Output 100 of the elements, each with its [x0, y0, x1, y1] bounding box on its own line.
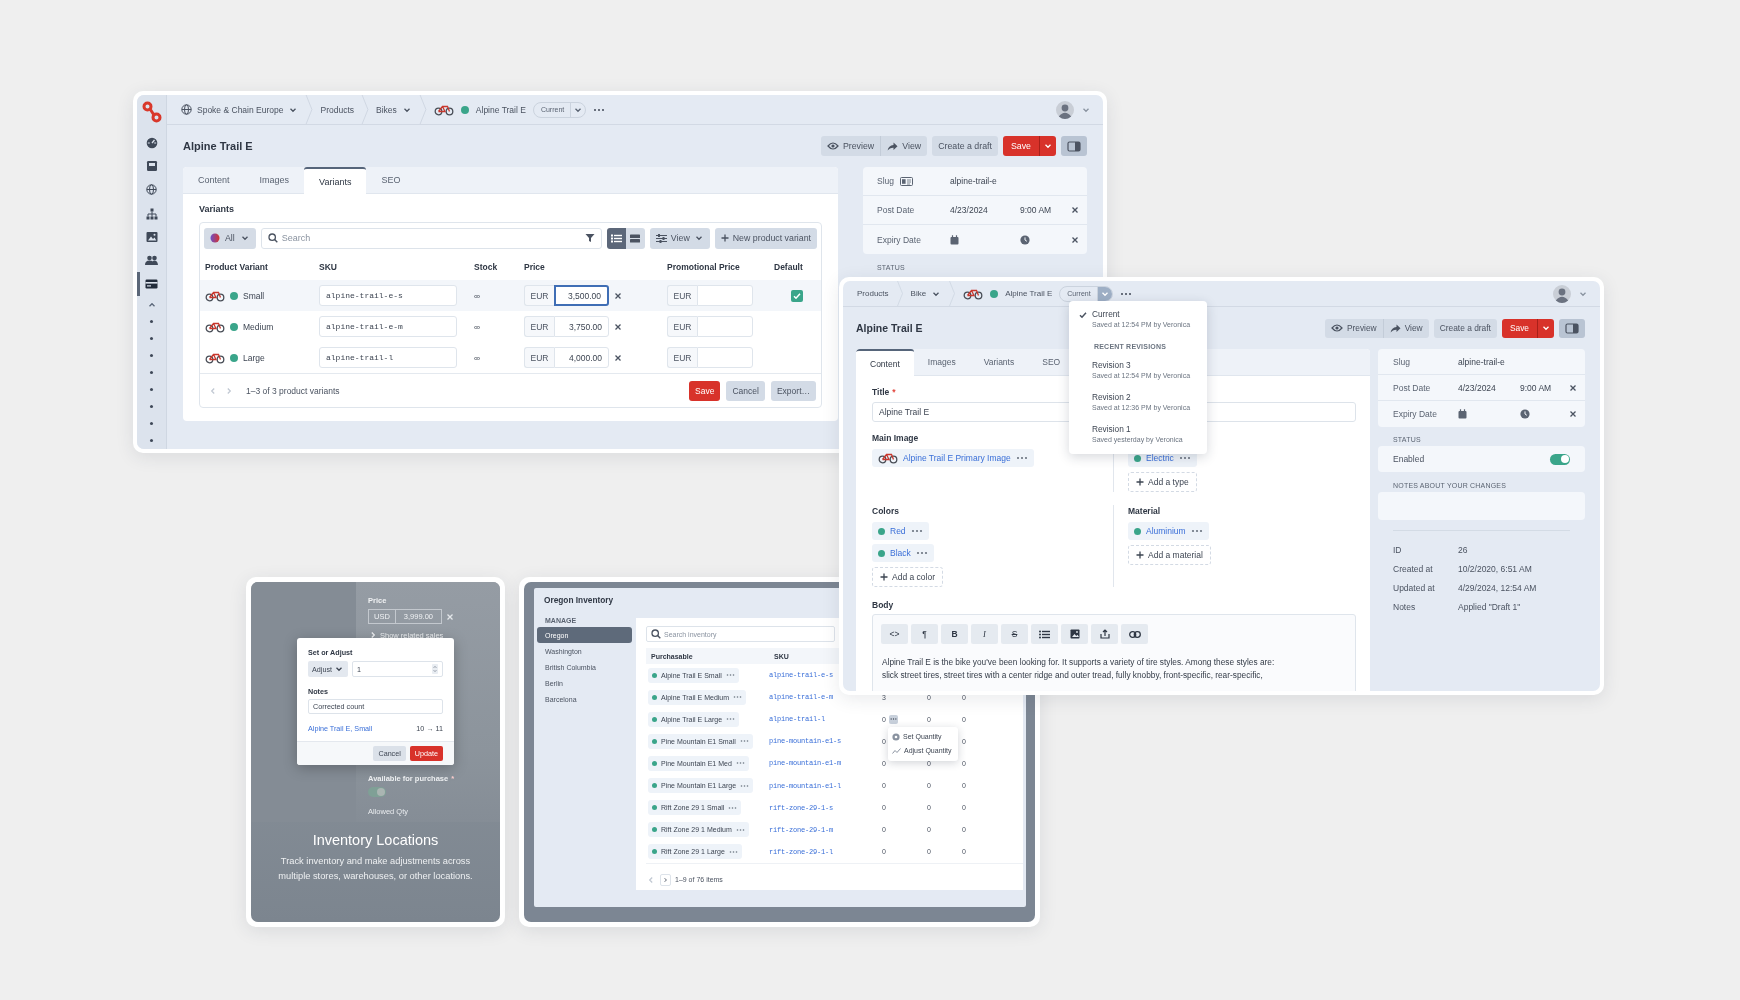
secondary-button[interactable]: Export… — [770, 380, 816, 401]
tab[interactable]: Images — [244, 167, 305, 193]
clock-icon[interactable] — [1520, 409, 1530, 419]
body-text: Alpine Trail E is the bike you've been looking for. It supports a variety of tire styles. Among these styles are: slick street tires, street tires with a center ridge and outer tread, fully knobby, front-specific, rear-specific, — [882, 656, 1276, 682]
bullet-icon[interactable] — [149, 421, 154, 427]
color-tag[interactable]: Red — [872, 522, 929, 540]
image-chip[interactable]: Alpine Trail E Primary Image — [872, 449, 1034, 467]
price-field[interactable]: 3,750.00 — [554, 316, 609, 337]
price-field[interactable] — [697, 316, 753, 337]
save-button[interactable]: Save — [689, 380, 721, 401]
avatar-icon[interactable] — [1553, 284, 1571, 303]
bullet-icon[interactable] — [149, 404, 154, 410]
calendar-icon[interactable] — [950, 234, 959, 245]
section-title: Variants — [199, 204, 235, 214]
view-menu-button[interactable]: View — [649, 227, 710, 249]
sidebar-panel-icon — [1565, 322, 1579, 334]
more-icon[interactable] — [1119, 291, 1132, 296]
toolbar-button[interactable]: B — [941, 624, 968, 644]
create-draft-button[interactable]: Create a draft — [1433, 318, 1497, 338]
column-header: SKU — [319, 261, 338, 272]
clear-icon[interactable] — [1569, 383, 1577, 392]
more-icon — [739, 739, 749, 744]
add-button[interactable]: Add a color — [872, 567, 943, 587]
save-options-button[interactable] — [1538, 318, 1554, 338]
filter-icon[interactable] — [584, 233, 595, 243]
sku-field[interactable]: alpine-trail-e-m — [319, 316, 457, 337]
new-variant-button[interactable]: New product variant — [714, 227, 817, 249]
sku-field[interactable]: alpine-trail-e-s — [319, 285, 457, 306]
add-button[interactable]: Add a material — [1128, 545, 1211, 565]
view-button[interactable]: View — [881, 136, 928, 156]
preview-button[interactable]: Preview — [820, 136, 882, 156]
card-icon — [145, 279, 158, 290]
bullet-icon[interactable] — [149, 438, 154, 444]
window-title: Oregon Inventory — [543, 594, 615, 607]
tab[interactable]: Variants — [969, 349, 1029, 375]
toolbar-button[interactable]: S — [1001, 624, 1028, 644]
price-field[interactable] — [697, 285, 753, 306]
create-draft-button[interactable]: Create a draft — [932, 136, 998, 156]
tab[interactable]: Images — [913, 349, 970, 375]
tab[interactable]: SEO — [366, 167, 416, 193]
more-icon — [728, 805, 738, 810]
bullet-icon[interactable] — [149, 336, 154, 342]
secondary-button[interactable]: Cancel — [726, 380, 765, 401]
toolbar-button[interactable] — [1031, 624, 1058, 644]
price-field[interactable]: 3,500.00 — [554, 285, 609, 306]
toolbar-button[interactable]: I — [971, 624, 998, 644]
field-label: Material — [1128, 505, 1161, 517]
breadcrumb-dropdown[interactable]: Spoke & Chain Europe — [181, 104, 299, 115]
material-tag[interactable]: Aluminium — [1128, 522, 1209, 540]
toolbar-button[interactable]: ¶ — [911, 624, 938, 644]
filter-dropdown[interactable]: All — [204, 227, 256, 249]
save-button[interactable]: Save — [1501, 318, 1538, 338]
toggle-switch[interactable] — [1550, 453, 1570, 465]
breadcrumb-link[interactable]: Products — [857, 289, 889, 298]
sku-field[interactable]: alpine-trail-l — [319, 347, 457, 368]
calendar-icon[interactable] — [1458, 409, 1467, 419]
panel-toggle-button[interactable] — [1061, 136, 1087, 156]
breadcrumb-link[interactable]: Products — [320, 104, 355, 115]
link-icon — [1128, 630, 1141, 638]
save-button[interactable]: Save — [1002, 136, 1040, 156]
clear-icon[interactable] — [614, 353, 622, 362]
clear-icon[interactable] — [1071, 235, 1079, 244]
avatar-icon[interactable] — [1056, 100, 1074, 119]
tab[interactable]: SEO — [1028, 349, 1064, 375]
info-value: 4/29/2024, 12:54 AM — [1458, 582, 1538, 595]
clear-icon[interactable] — [1071, 206, 1079, 214]
toolbar-button[interactable] — [1121, 624, 1148, 644]
preview-button[interactable]: Preview — [1324, 318, 1384, 338]
more-icon — [740, 783, 750, 788]
bullet-icon[interactable] — [149, 353, 154, 359]
row-menu-button[interactable] — [888, 714, 898, 724]
tab[interactable]: Content — [856, 349, 914, 376]
page-title: Alpine Trail E — [856, 322, 923, 334]
breadcrumb-dropdown[interactable]: Bike — [910, 288, 942, 299]
save-options-button[interactable] — [1040, 136, 1056, 156]
clock-icon[interactable] — [1020, 234, 1030, 245]
clear-icon[interactable] — [1569, 410, 1577, 418]
toolbar-button[interactable] — [1061, 624, 1088, 644]
bullet-icon[interactable] — [149, 370, 154, 376]
more-icon[interactable] — [593, 107, 606, 112]
currency-label: EUR — [524, 316, 554, 337]
users-icon — [145, 255, 158, 267]
add-button[interactable]: Add a type — [1128, 472, 1197, 492]
color-tag[interactable]: Black — [872, 544, 934, 562]
clear-icon[interactable] — [614, 291, 622, 300]
checkbox[interactable] — [791, 289, 803, 302]
layout-toggle[interactable] — [606, 227, 626, 249]
view-button[interactable]: View — [1383, 318, 1429, 338]
clear-icon[interactable] — [614, 322, 622, 331]
breadcrumb-dropdown[interactable]: Bikes — [376, 104, 412, 115]
layout-toggle[interactable] — [625, 227, 645, 249]
tab[interactable]: Content — [183, 167, 245, 193]
tab[interactable]: Variants — [304, 167, 367, 194]
bullet-icon[interactable] — [149, 319, 154, 325]
globe-icon — [146, 184, 157, 196]
bullet-icon[interactable] — [149, 387, 154, 393]
price-field[interactable]: 4,000.00 — [554, 347, 609, 368]
price-field[interactable] — [697, 347, 753, 368]
panel-toggle-button[interactable] — [1559, 318, 1585, 338]
toolbar-button[interactable]: <> — [881, 624, 908, 644]
